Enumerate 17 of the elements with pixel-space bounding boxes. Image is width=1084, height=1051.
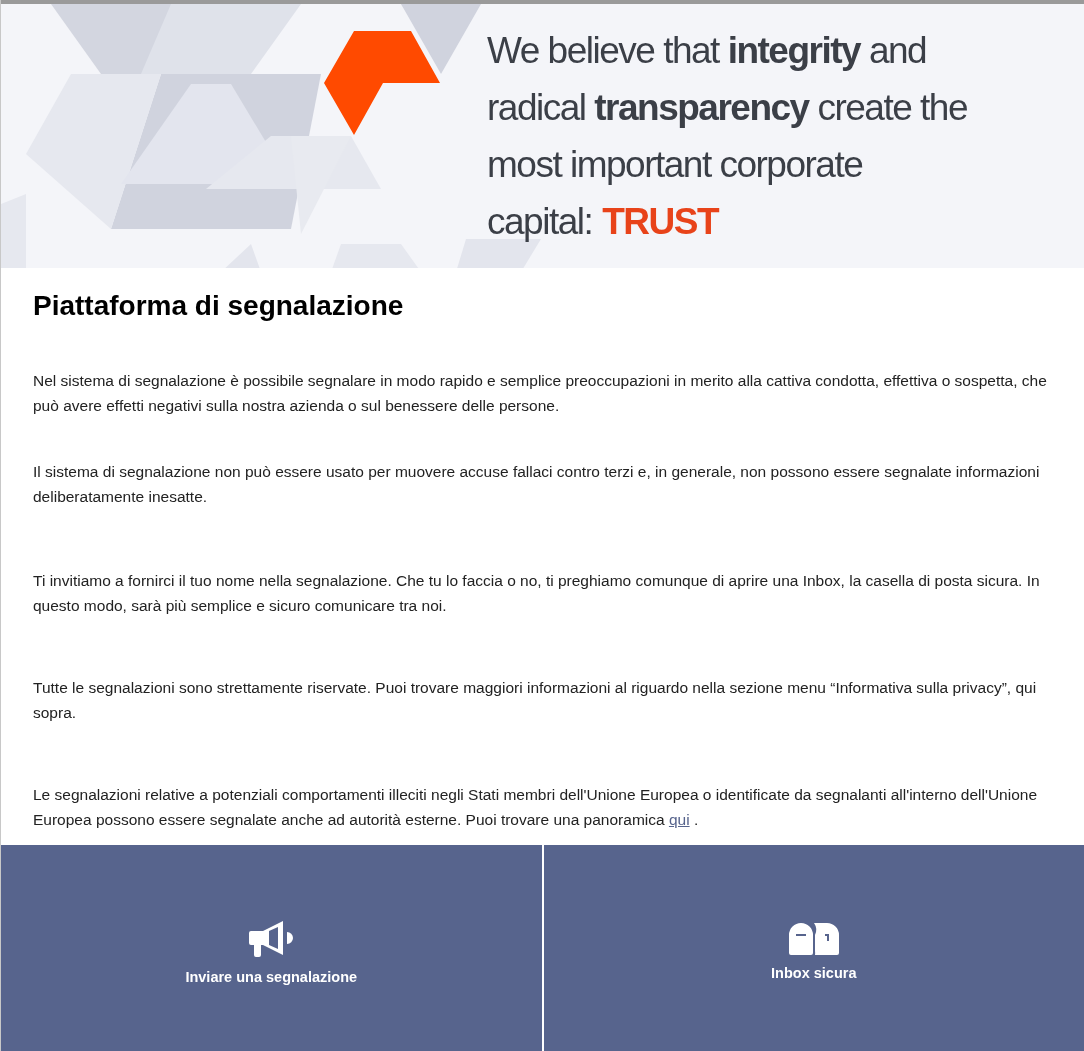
mailbox-icon xyxy=(788,923,839,956)
megaphone-icon xyxy=(249,919,294,960)
paragraph: Le segnalazioni relative a potenziali comportamenti illeciti negli Stati membri dell'Unione Europea o identificate da segnalanti all'interno dell'Unione Europea possono essere segnalate anche ad autorità esterne. Puoi trovare una panoramica qui . xyxy=(33,785,1039,830)
tile-button[interactable]: Inbox sicura xyxy=(543,845,1084,1051)
tile-button[interactable]: Inviare una segnalazione xyxy=(1,845,542,1051)
paragraph: Tutte le segnalazioni sono strettamente riservate. Puoi trovare maggiori informazioni al riguardo nella sezione menu “Informativa sulla privacy”, qui sopra. xyxy=(33,678,1038,723)
paragraph: Il sistema di segnalazione non può essere usato per muovere accuse fallaci contro terzi e, in generale, non possono essere segnalate informazioni deliberatamente inesatte. xyxy=(33,462,1041,507)
logo-icon xyxy=(324,31,440,135)
page-title: Piattaforma di segnalazione xyxy=(33,289,405,323)
banner-slogan-line: We believe that integrity and xyxy=(487,29,928,73)
paragraph: Ti invitiamo a fornirci il tuo nome nella segnalazione. Che tu lo faccia o no, ti preghiamo comunque di aprire una Inbox, la casella di posta sicura. In questo modo, sarà più semplice e sicuro comunicare tra noi. xyxy=(33,571,1041,616)
banner-slogan-line: capital: xyxy=(487,200,593,244)
banner-slogan-line: radical transparency create the xyxy=(487,86,967,130)
slogan-highlight: TRUST xyxy=(602,200,719,244)
paragraph: Nel sistema di segnalazione è possibile segnalare in modo rapido e semplice preoccupazioni in merito alla cattiva condotta, effettiva o sospetta, che può avere effetti negativi sulla nostra azienda o sul benessere delle persone. xyxy=(33,371,1048,416)
panorama-link[interactable]: qui xyxy=(668,811,690,828)
banner-slogan-line: most important corporate xyxy=(487,143,864,187)
